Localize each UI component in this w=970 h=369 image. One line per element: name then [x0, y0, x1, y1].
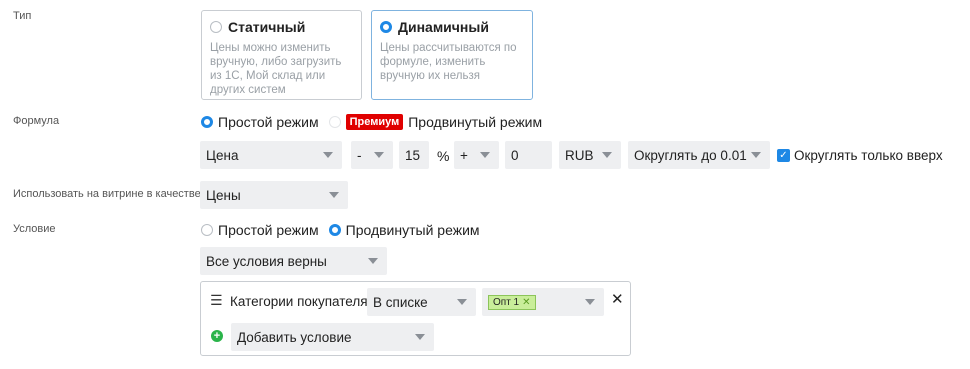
formula-currency-value: RUB — [565, 147, 594, 163]
condition-mode-group: Простой режим Продвинутый режим — [201, 222, 490, 238]
use-as-value: Цены — [206, 187, 241, 203]
type-static-radio[interactable] — [210, 21, 222, 33]
round-up-label: Округлять только вверх — [794, 148, 943, 163]
type-static-title: Статичный — [228, 19, 306, 35]
rule-field: Категории покупателя — [230, 294, 368, 309]
type-label: Тип — [13, 10, 32, 22]
chevron-down-icon — [415, 334, 425, 340]
formula-currency-select[interactable]: RUB — [559, 141, 621, 169]
chevron-down-icon — [480, 152, 490, 158]
formula-mode-group: Простой режим Премиум Продвинутый режим — [201, 114, 552, 130]
formula-simple-radio[interactable] — [201, 116, 213, 128]
rule-tag-label: Опт 1 — [493, 296, 520, 308]
conditions-box: ☰ Категории покупателя В списке Опт 1 ✕ … — [200, 281, 631, 356]
premium-badge: Премиум — [345, 114, 404, 130]
type-dynamic-description: Цены рассчитываются по формуле, изменить… — [380, 42, 517, 82]
chevron-down-icon — [602, 152, 612, 158]
formula-label: Формула — [13, 115, 60, 127]
add-condition-select[interactable]: Добавить условие — [231, 323, 434, 351]
type-dynamic-title: Динамичный — [398, 19, 489, 35]
formula-amount-input[interactable]: 15 — [399, 141, 429, 169]
add-condition-label: Добавить условие — [237, 329, 352, 345]
formula-operator2-value: + — [460, 147, 468, 163]
formula-base-select[interactable]: Цена — [200, 141, 342, 169]
formula-rounding-value: Округлять до 0.01 — [634, 147, 747, 163]
formula-mode-advanced[interactable]: Премиум Продвинутый режим — [328, 114, 543, 130]
chevron-down-icon — [368, 258, 378, 264]
condition-combinator-select[interactable]: Все условия верны — [200, 247, 387, 275]
formula-mode-simple[interactable]: Простой режим — [201, 114, 319, 130]
use-as-label: Использовать на витрине в качестве — [13, 188, 201, 200]
chevron-down-icon — [457, 299, 467, 305]
type-card-static[interactable]: Статичный Цены можно изменить вручную, л… — [201, 10, 362, 100]
combinator-value: Все условия верны — [206, 253, 327, 269]
formula-rounding-select[interactable]: Округлять до 0.01 — [628, 141, 770, 169]
rule-operator-select[interactable]: В списке — [367, 288, 476, 316]
rule-tag[interactable]: Опт 1 ✕ — [488, 294, 536, 310]
condition-advanced-label: Продвинутый режим — [345, 222, 480, 238]
condition-label: Условие — [13, 223, 56, 235]
close-icon[interactable]: ✕ — [611, 290, 624, 308]
plus-circle-icon[interactable]: + — [211, 330, 223, 342]
drag-handle-icon[interactable]: ☰ — [210, 293, 223, 307]
percent-sign: % — [437, 148, 450, 164]
formula-amount-value: 15 — [405, 147, 421, 163]
chevron-down-icon — [374, 152, 384, 158]
chevron-down-icon — [329, 192, 339, 198]
condition-simple-radio[interactable] — [201, 224, 213, 236]
formula-base-value: Цена — [206, 147, 239, 163]
condition-mode-simple[interactable]: Простой режим — [201, 222, 319, 238]
condition-advanced-radio[interactable] — [328, 224, 341, 236]
close-icon[interactable]: ✕ — [522, 297, 530, 308]
chevron-down-icon — [323, 152, 333, 158]
condition-simple-label: Простой режим — [218, 222, 319, 238]
formula-operator2-select[interactable]: + — [454, 141, 499, 169]
formula-operator1-value: - — [357, 147, 362, 163]
type-dynamic-radio[interactable] — [380, 21, 392, 33]
chevron-down-icon — [751, 152, 761, 158]
formula-advanced-radio[interactable] — [328, 116, 341, 128]
round-up-checkbox[interactable]: ✓ Округлять только вверх — [777, 148, 943, 163]
checkmark-icon[interactable]: ✓ — [777, 149, 790, 162]
chevron-down-icon — [585, 299, 595, 305]
rule-values-multiselect[interactable]: Опт 1 ✕ — [482, 288, 604, 316]
type-card-dynamic[interactable]: Динамичный Цены рассчитываются по формул… — [371, 10, 533, 100]
formula-advanced-label: Продвинутый режим — [408, 114, 543, 130]
use-as-select[interactable]: Цены — [200, 181, 348, 209]
formula-offset-value: 0 — [511, 147, 519, 163]
rule-operator-value: В списке — [373, 294, 428, 310]
type-static-description: Цены можно изменить вручную, либо загруз… — [210, 42, 342, 96]
condition-mode-advanced[interactable]: Продвинутый режим — [328, 222, 480, 238]
formula-offset-input[interactable]: 0 — [505, 141, 552, 169]
formula-operator1-select[interactable]: - — [351, 141, 393, 169]
formula-simple-label: Простой режим — [218, 114, 319, 130]
